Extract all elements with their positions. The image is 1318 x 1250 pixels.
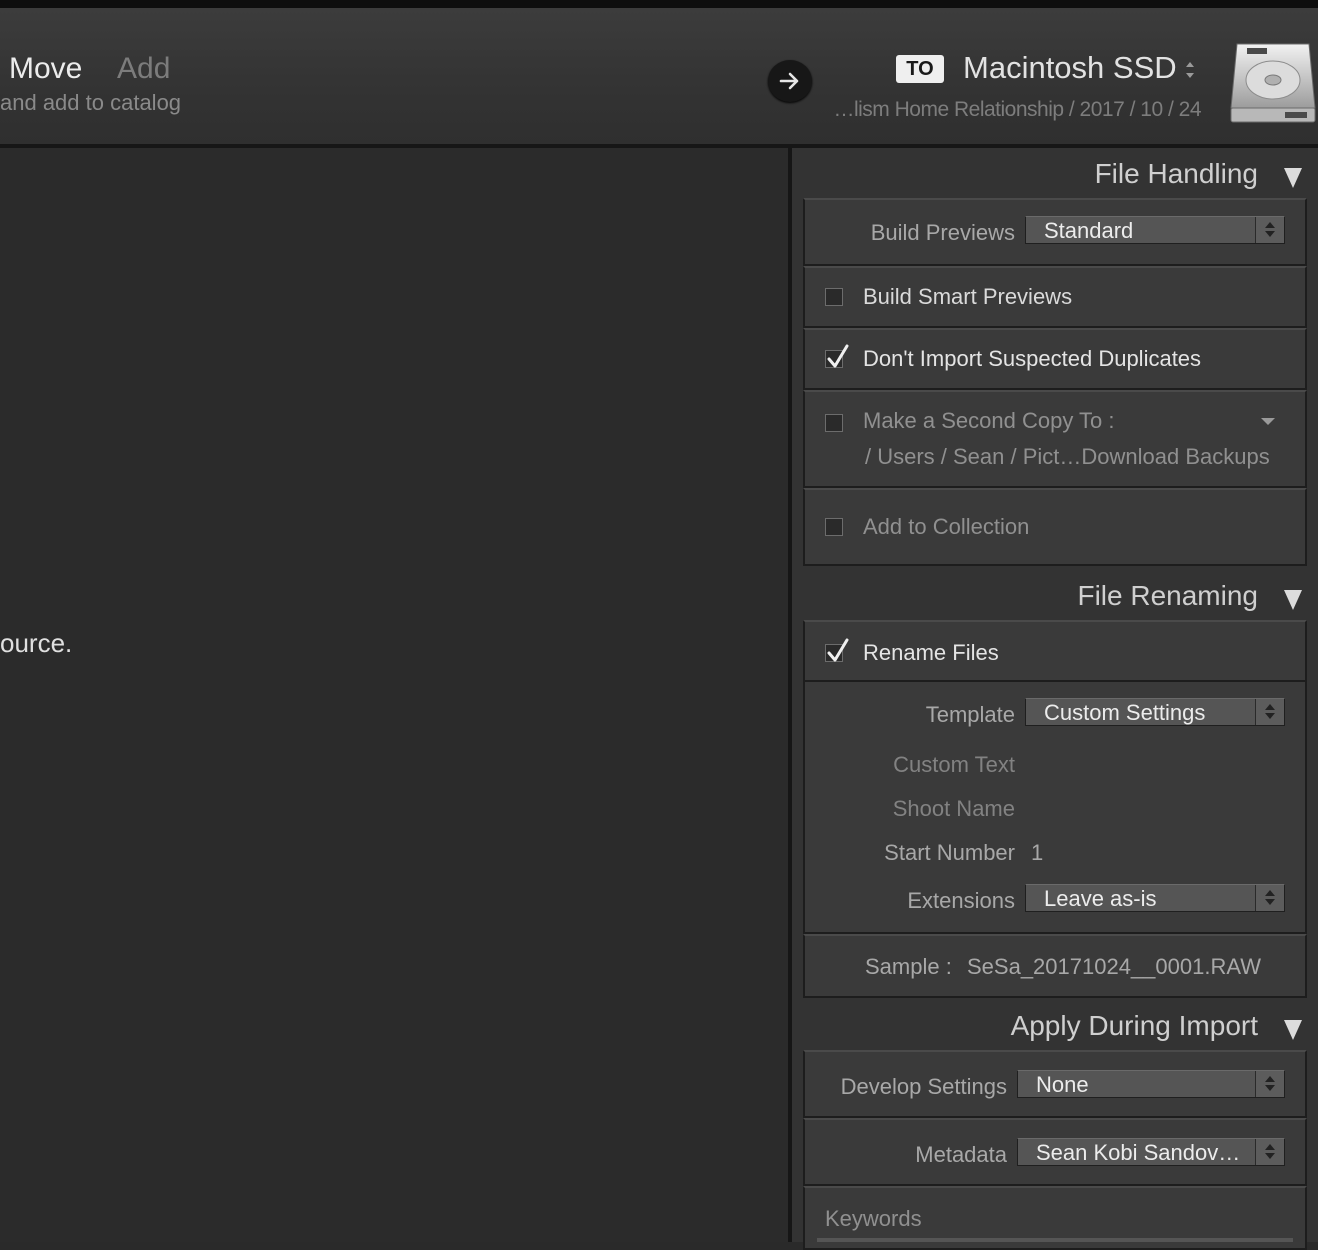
apply-during-import-title: Apply During Import [1010, 1010, 1258, 1041]
add-to-collection-label: Add to Collection [863, 514, 1030, 539]
dropdown-caret-icon[interactable] [1261, 418, 1275, 425]
add-to-collection-checkbox[interactable] [825, 518, 843, 536]
preview-area: ource. [0, 148, 788, 1242]
destination-selector[interactable]: Macintosh SSD [963, 50, 1177, 86]
checkmark-icon [827, 344, 849, 368]
file-renaming-title: File Renaming [1077, 580, 1258, 611]
up-down-arrows-icon[interactable] [1183, 58, 1197, 82]
second-copy-row: Make a Second Copy To : / Users / Sean /… [803, 390, 1307, 488]
apply-during-import-header[interactable]: Apply During Import [792, 1002, 1318, 1050]
collapse-triangle-icon[interactable] [1284, 590, 1302, 610]
start-number-label: Start Number [884, 840, 1015, 865]
extensions-label: Extensions [907, 888, 1015, 913]
collapse-triangle-icon[interactable] [1284, 168, 1302, 188]
second-copy-checkbox[interactable] [825, 414, 843, 432]
hard-drive-icon [1230, 43, 1316, 123]
build-previews-select[interactable]: Standard [1025, 216, 1285, 244]
checkmark-icon [827, 638, 849, 662]
arrow-right-icon [768, 60, 812, 102]
start-number-value[interactable]: 1 [1031, 840, 1043, 866]
build-previews-value: Standard [1044, 218, 1134, 243]
stepper-icon [1255, 885, 1284, 911]
keywords-input[interactable] [817, 1238, 1293, 1242]
shoot-name-label: Shoot Name [892, 796, 1015, 821]
import-header: Move Add and add to catalog TO Macintosh… [0, 8, 1318, 144]
mode-add-button[interactable]: Add [117, 52, 170, 86]
develop-settings-row: Develop Settings None [803, 1050, 1307, 1118]
build-smart-previews-checkbox[interactable] [825, 288, 843, 306]
metadata-select[interactable]: Sean Kobi Sandov… [1017, 1138, 1285, 1166]
to-badge: TO [896, 55, 944, 83]
sample-row: Sample : SeSa_20171024__0001.RAW [803, 934, 1307, 998]
stepper-icon [1255, 1139, 1284, 1165]
add-to-collection-row: Add to Collection [803, 488, 1307, 566]
collapse-triangle-icon[interactable] [1284, 1020, 1302, 1040]
keywords-label: Keywords [825, 1206, 922, 1231]
custom-text-label: Custom Text [893, 752, 1015, 777]
file-renaming-header[interactable]: File Renaming [792, 572, 1318, 620]
mode-move-button[interactable]: Move [9, 52, 82, 86]
destination-path: …lism Home Relationship / 2017 / 10 / 24 [833, 98, 1201, 121]
metadata-value: Sean Kobi Sandov… [1036, 1140, 1241, 1165]
build-previews-row: Build Previews Standard [803, 198, 1307, 266]
dont-import-duplicates-row: Don't Import Suspected Duplicates [803, 328, 1307, 390]
mode-description: and add to catalog [0, 90, 182, 115]
rename-files-checkbox[interactable] [825, 638, 849, 662]
extensions-value: Leave as-is [1044, 886, 1157, 911]
stepper-icon [1255, 699, 1284, 725]
build-smart-previews-row: Build Smart Previews [803, 266, 1307, 328]
metadata-row: Metadata Sean Kobi Sandov… [803, 1118, 1307, 1186]
window-top-strip [0, 0, 1318, 8]
stepper-icon [1255, 217, 1284, 243]
develop-settings-select[interactable]: None [1017, 1070, 1285, 1098]
dont-import-duplicates-checkbox[interactable] [825, 344, 849, 368]
rename-files-label: Rename Files [863, 640, 999, 665]
build-smart-previews-label: Build Smart Previews [863, 284, 1073, 309]
second-copy-label: Make a Second Copy To : [863, 408, 1115, 433]
template-select[interactable]: Custom Settings [1025, 698, 1285, 726]
extensions-select[interactable]: Leave as-is [1025, 884, 1285, 912]
sample-label: Sample : [865, 954, 952, 979]
file-handling-title: File Handling [1094, 158, 1258, 189]
metadata-label: Metadata [915, 1142, 1007, 1167]
file-handling-header[interactable]: File Handling [792, 150, 1318, 198]
second-copy-path: / Users / Sean / Pict…Download Backups [865, 444, 1270, 469]
rename-options: Template Custom Settings Custom Text Sho… [803, 682, 1307, 934]
template-value: Custom Settings [1044, 700, 1206, 725]
build-previews-label: Build Previews [870, 220, 1015, 245]
develop-settings-value: None [1036, 1072, 1089, 1097]
stepper-icon [1255, 1071, 1284, 1097]
dont-import-duplicates-label: Don't Import Suspected Duplicates [863, 346, 1202, 371]
source-message: ource. [0, 628, 73, 658]
develop-settings-label: Develop Settings [840, 1074, 1007, 1099]
template-label: Template [925, 702, 1015, 727]
sample-value: SeSa_20171024__0001.RAW [967, 954, 1261, 979]
